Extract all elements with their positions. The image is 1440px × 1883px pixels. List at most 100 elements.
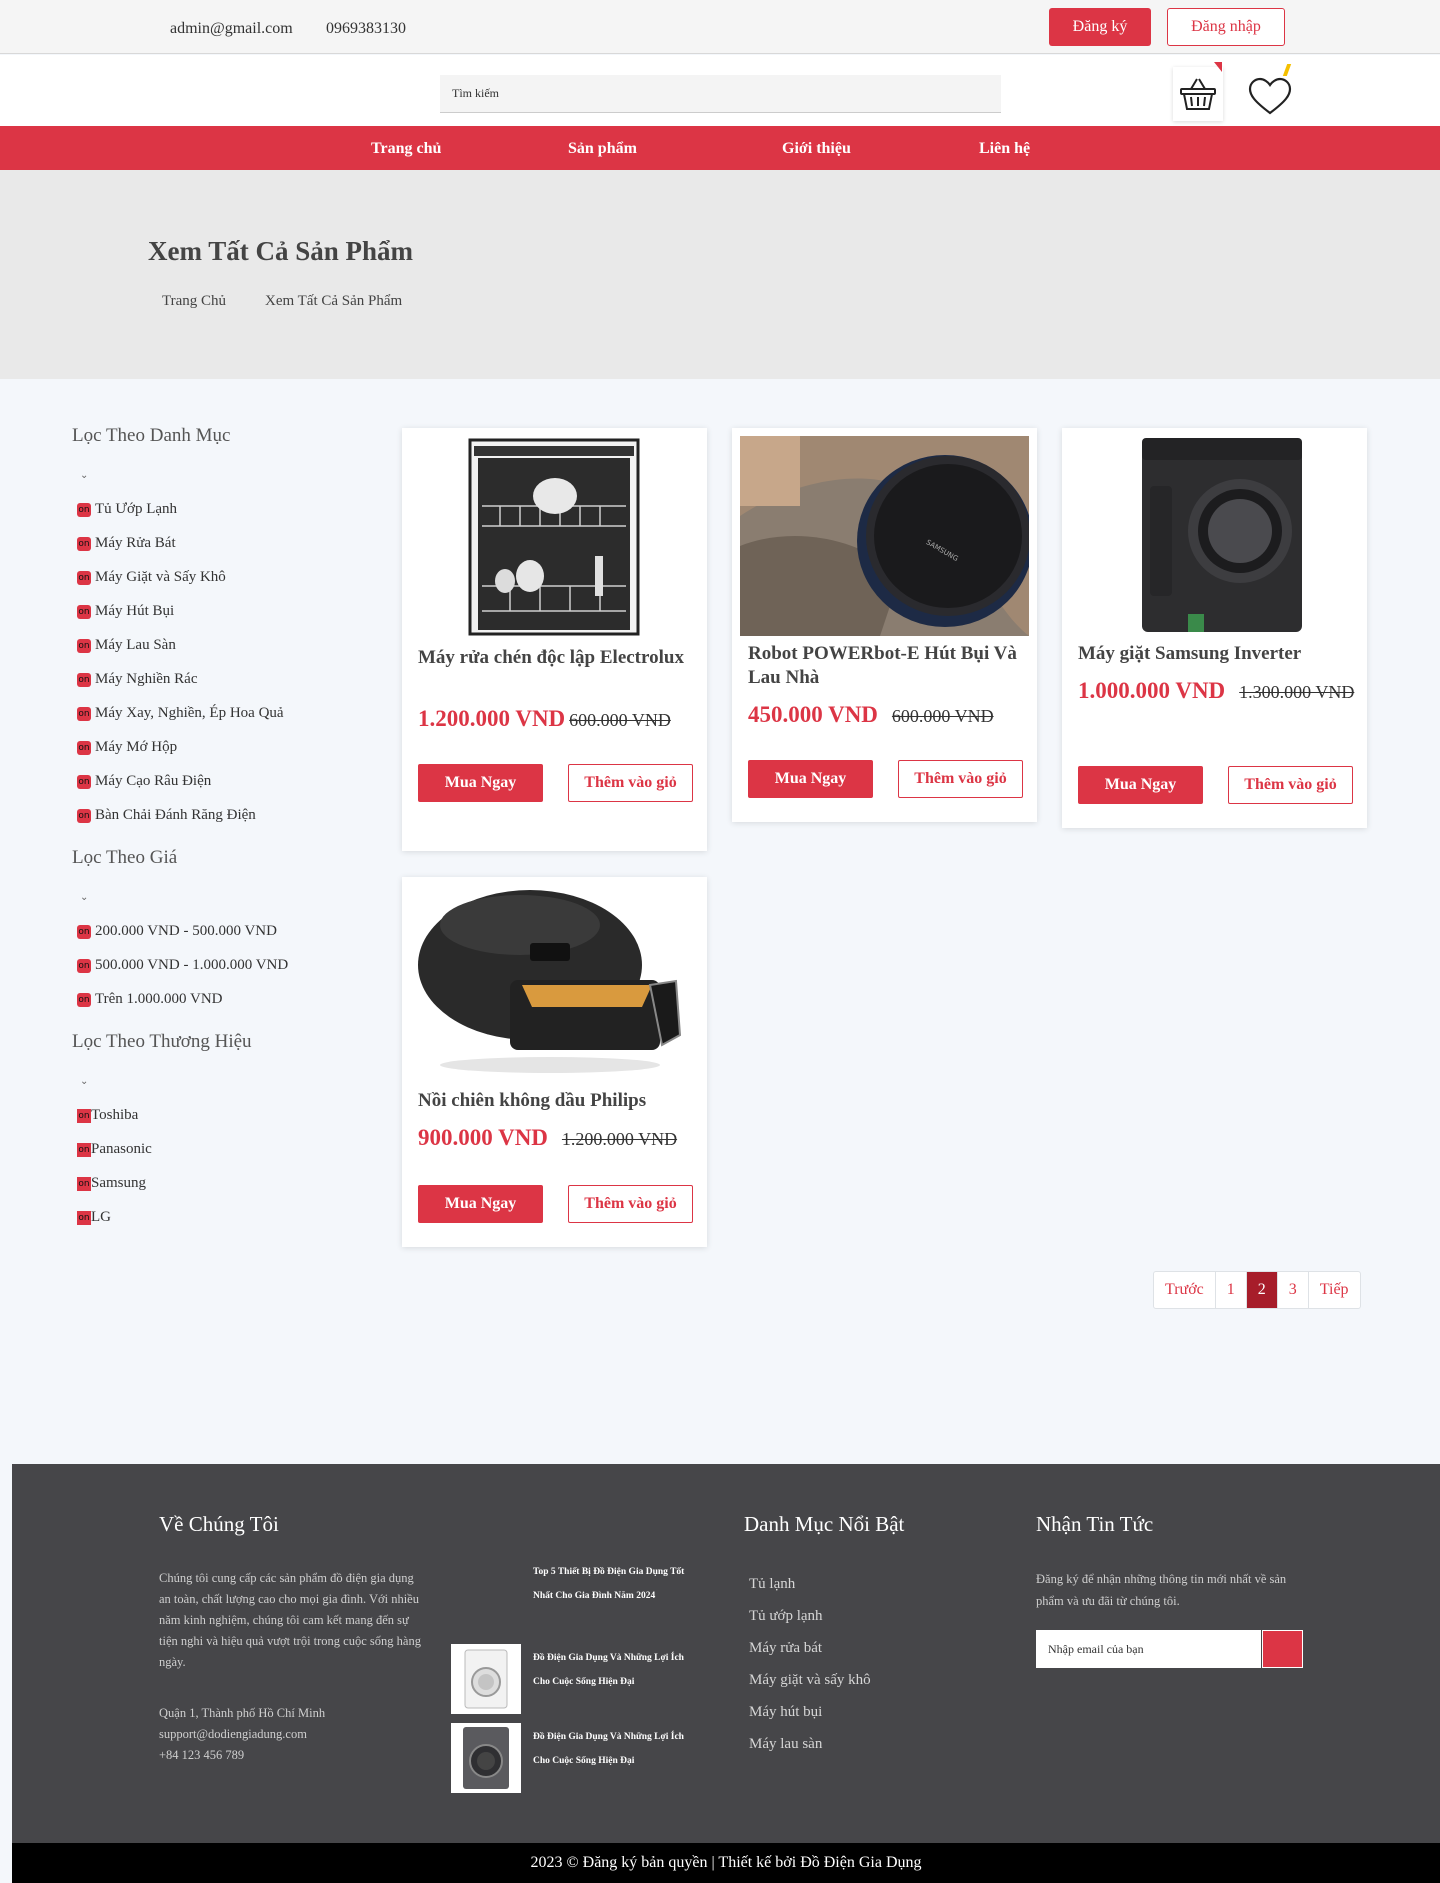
post-thumbnail[interactable] — [451, 1644, 521, 1714]
checkbox[interactable]: on — [77, 672, 91, 687]
price-row: 1.000.000 VND 1.300.000 VND — [1078, 676, 1358, 709]
post-thumbnail[interactable] — [451, 1723, 521, 1793]
checkbox[interactable]: on — [77, 1108, 91, 1123]
newsletter-email-input[interactable] — [1036, 1630, 1261, 1668]
filter-label: Tủ Ướp Lạnh — [95, 501, 178, 517]
buy-now-button[interactable]: Mua Ngay — [748, 760, 873, 798]
footer-post-title[interactable]: Đồ Điện Gia Dụng Và Những Lợi Ích Cho Cu… — [533, 1646, 703, 1694]
product-old-price: 600.000 VND — [569, 710, 671, 730]
nav-home[interactable]: Trang chủ — [371, 140, 441, 158]
pagination-next[interactable]: Tiếp — [1307, 1272, 1360, 1308]
footer-post-title[interactable]: Top 5 Thiết Bị Đồ Điện Gia Dụng Tốt Nhất… — [533, 1560, 703, 1608]
footer-news-title: Nhận Tin Tức — [1036, 1512, 1154, 1536]
contact-email: admin@gmail.com — [170, 20, 293, 37]
filter-brand-item[interactable]: on Toshiba — [77, 1107, 138, 1124]
checkbox[interactable]: on — [77, 992, 91, 1007]
product-name[interactable]: Robot POWERbot-E Hút Bụi Và Lau Nhà — [748, 642, 1028, 690]
checkbox[interactable]: on — [77, 706, 91, 721]
filter-label: Panasonic — [91, 1141, 152, 1157]
washing-machine-image[interactable] — [1070, 436, 1359, 636]
pagination-prev[interactable]: Trước — [1154, 1272, 1215, 1308]
search-input[interactable] — [440, 75, 1001, 113]
product-old-price: 1.300.000 VND — [1239, 682, 1355, 702]
register-button[interactable]: Đăng ký — [1049, 8, 1151, 46]
filter-label: 200.000 VND - 500.000 VND — [95, 923, 277, 939]
checkbox[interactable]: on — [77, 740, 91, 755]
footer-category-link[interactable]: Máy rửa bát — [749, 1640, 822, 1657]
filter-category-title: Lọc Theo Danh Mục — [72, 425, 231, 446]
nav-products[interactable]: Sản phẩm — [568, 140, 637, 158]
filter-price-item[interactable]: on 500.000 VND - 1.000.000 VND — [77, 957, 288, 974]
footer-news-text: Đăng ký để nhận những thông tin mới nhất… — [1036, 1572, 1287, 1608]
add-to-cart-button[interactable]: Thêm vào giỏ — [1228, 766, 1353, 804]
footer-category-link[interactable]: Máy giặt và sấy khô — [749, 1672, 871, 1689]
chevron-down-icon: ⌄ — [80, 1076, 89, 1087]
footer-post-title[interactable]: Đồ Điện Gia Dụng Và Những Lợi Ích Cho Cu… — [533, 1725, 703, 1773]
checkbox[interactable]: on — [77, 924, 91, 939]
buy-now-button[interactable]: Mua Ngay — [1078, 766, 1203, 804]
chevron-down-icon: ⌄ — [80, 470, 89, 481]
filter-category-item[interactable]: on Bàn Chải Đánh Răng Điện — [77, 807, 256, 824]
filter-category-item[interactable]: on Máy Rửa Bát — [77, 535, 176, 552]
nav-about[interactable]: Giới thiệu — [782, 140, 851, 158]
filter-category-item[interactable]: on Máy Giặt và Sấy Khô — [77, 569, 226, 586]
product-price: 1.000.000 VND — [1078, 678, 1226, 703]
add-to-cart-button[interactable]: Thêm vào giỏ — [898, 760, 1023, 798]
filter-label: Máy Mớ Hộp — [95, 739, 178, 755]
filter-category-item[interactable]: on Tủ Ướp Lạnh — [77, 501, 177, 518]
filter-price-item[interactable]: on 200.000 VND - 500.000 VND — [77, 923, 277, 940]
main-nav: Trang chủ Sản phẩm Giới thiệu Liên hệ — [0, 126, 1440, 170]
pagination-page-current[interactable]: 2 — [1245, 1272, 1277, 1308]
breadcrumb-home[interactable]: Trang Chủ — [162, 293, 226, 310]
checkbox[interactable]: on — [77, 1176, 91, 1191]
checkbox[interactable]: on — [77, 502, 91, 517]
footer-category-link[interactable]: Tủ ướp lạnh — [749, 1608, 823, 1625]
nav-contact[interactable]: Liên hệ — [979, 140, 1030, 158]
robot-vacuum-image[interactable]: SAMSUNG — [740, 436, 1033, 636]
checkbox[interactable]: on — [77, 1142, 91, 1157]
filter-category-item[interactable]: on Máy Nghiền Rác — [77, 671, 197, 688]
checkbox[interactable]: on — [77, 638, 91, 653]
dishwasher-image[interactable] — [410, 436, 699, 636]
checkbox[interactable]: on — [77, 1210, 91, 1225]
filter-price-item[interactable]: on Trên 1.000.000 VND — [77, 991, 223, 1008]
buy-now-button[interactable]: Mua Ngay — [418, 764, 543, 802]
checkbox[interactable]: on — [77, 958, 91, 973]
product-card: SAMSUNG Robot POWERbot-E Hút Bụi Và Lau … — [732, 428, 1037, 822]
cart-button[interactable] — [1173, 67, 1223, 121]
footer-category-link[interactable]: Máy lau sàn — [749, 1736, 822, 1753]
air-fryer-image[interactable] — [410, 885, 699, 1085]
wishlist-button[interactable] — [1244, 73, 1296, 121]
pagination-page[interactable]: 3 — [1276, 1272, 1308, 1308]
buy-now-button[interactable]: Mua Ngay — [418, 1185, 543, 1223]
filter-category-item[interactable]: on Máy Hút Bụi — [77, 603, 174, 620]
filter-brand-item[interactable]: on Samsung — [77, 1175, 146, 1192]
filter-category-item[interactable]: on Máy Cạo Râu Điện — [77, 773, 211, 790]
filter-brand-item[interactable]: on Panasonic — [77, 1141, 152, 1158]
add-to-cart-button[interactable]: Thêm vào giỏ — [568, 764, 693, 802]
product-name[interactable]: Máy rửa chén độc lập Electrolux — [418, 646, 698, 670]
filter-category-item[interactable]: on Máy Xay, Nghiền, Ép Hoa Quả — [77, 705, 284, 722]
filter-category-item[interactable]: on Máy Mớ Hộp — [77, 739, 177, 756]
filter-label: Máy Nghiền Rác — [95, 671, 198, 687]
checkbox[interactable]: on — [77, 570, 91, 585]
footer-category-link[interactable]: Tủ lạnh — [749, 1576, 795, 1593]
filter-brand-item[interactable]: on LG — [77, 1209, 111, 1226]
footer-email[interactable]: support@dodiengiadung.com — [159, 1727, 307, 1742]
product-name[interactable]: Máy giặt Samsung Inverter — [1078, 642, 1358, 666]
login-button[interactable]: Đăng nhập — [1167, 8, 1285, 46]
filter-label: Máy Lau Sàn — [95, 637, 176, 653]
checkbox[interactable]: on — [77, 774, 91, 789]
checkbox[interactable]: on — [77, 536, 91, 551]
newsletter-submit-button[interactable] — [1262, 1630, 1303, 1668]
add-to-cart-button[interactable]: Thêm vào giỏ — [568, 1185, 693, 1223]
filter-label: Samsung — [91, 1175, 147, 1191]
checkbox[interactable]: on — [77, 604, 91, 619]
product-price: 450.000 VND — [748, 702, 878, 727]
filter-category-item[interactable]: on Máy Lau Sàn — [77, 637, 176, 654]
checkbox[interactable]: on — [77, 808, 91, 823]
pagination-page[interactable]: 1 — [1214, 1272, 1246, 1308]
filter-label: LG — [91, 1209, 111, 1225]
footer-category-link[interactable]: Máy hút bụi — [749, 1704, 822, 1721]
product-name[interactable]: Nồi chiên không dầu Philips — [418, 1089, 698, 1113]
